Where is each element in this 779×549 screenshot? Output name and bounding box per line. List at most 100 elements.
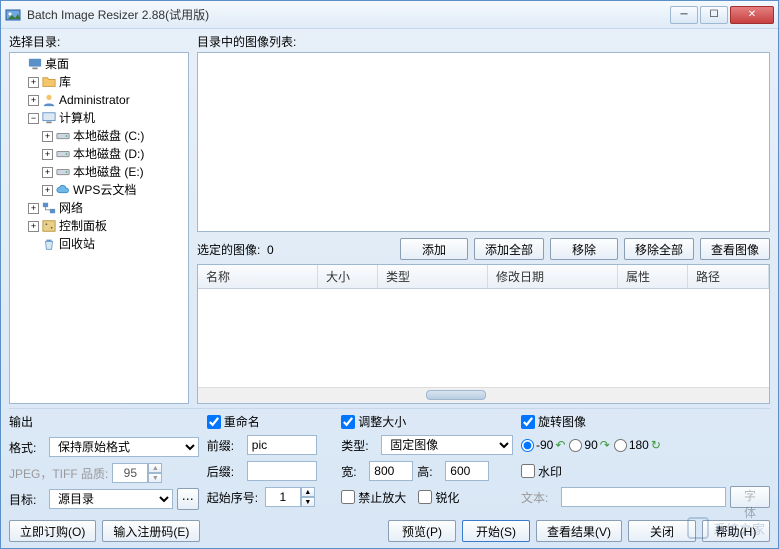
start-num-spinner[interactable]: ▲▼ xyxy=(265,487,315,507)
view-results-button[interactable]: 查看结果(V) xyxy=(536,520,622,542)
sharpen-checkbox[interactable]: 锐化 xyxy=(418,489,459,506)
cloud-icon xyxy=(56,183,70,197)
col-name[interactable]: 名称 xyxy=(198,265,318,288)
titlebar[interactable]: Batch Image Resizer 2.88(试用版) ─ ☐ ✕ xyxy=(1,1,778,29)
drive-icon xyxy=(56,165,70,179)
expander-icon[interactable]: + xyxy=(28,77,39,88)
watermark-checkbox[interactable]: 水印 xyxy=(521,463,562,480)
expander-icon[interactable]: + xyxy=(28,221,39,232)
order-button[interactable]: 立即订购(O) xyxy=(9,520,96,542)
target-select[interactable]: 源目录 xyxy=(49,489,173,509)
format-label: 格式: xyxy=(9,439,45,456)
add-all-button[interactable]: 添加全部 xyxy=(474,238,544,260)
expander-icon[interactable]: + xyxy=(28,95,39,106)
target-label: 目标: xyxy=(9,491,45,508)
tree-node-network[interactable]: +网络 xyxy=(28,199,186,217)
desktop-icon xyxy=(28,57,42,71)
remove-button[interactable]: 移除 xyxy=(550,238,618,260)
table-header[interactable]: 名称 大小 类型 修改日期 属性 路径 xyxy=(198,265,769,289)
expander-icon[interactable]: + xyxy=(42,167,53,178)
prefix-input[interactable] xyxy=(247,435,317,455)
spin-down-icon[interactable]: ▼ xyxy=(301,497,315,507)
resize-type-select[interactable]: 固定图像 xyxy=(381,435,513,455)
col-size[interactable]: 大小 xyxy=(318,265,378,288)
expander-icon[interactable]: + xyxy=(42,149,53,160)
recycle-icon xyxy=(42,237,56,251)
app-icon xyxy=(5,7,21,23)
width-input[interactable] xyxy=(369,461,413,481)
expander-icon[interactable]: + xyxy=(28,203,39,214)
image-list-label: 目录中的图像列表: xyxy=(197,33,770,50)
tree-node-wps[interactable]: +WPS云文档 xyxy=(42,181,186,199)
horizontal-scrollbar[interactable] xyxy=(198,387,769,403)
rotate-90-radio[interactable]: 90↷ xyxy=(569,438,609,452)
tree-node-control-panel[interactable]: +控制面板 xyxy=(28,217,186,235)
tree-node-libraries[interactable]: +库 xyxy=(28,73,186,91)
minimize-button[interactable]: ─ xyxy=(670,6,698,24)
preview-button[interactable]: 预览(P) xyxy=(388,520,456,542)
suffix-input[interactable] xyxy=(247,461,317,481)
output-label: 输出 xyxy=(9,413,199,430)
spin-down-icon: ▼ xyxy=(148,473,162,483)
format-select[interactable]: 保持原始格式 xyxy=(49,437,199,457)
options-area: 输出 格式: 保持原始格式 JPEG，TIFF 品质: ▲▼ 目标: 源目录 ⋯ xyxy=(9,408,770,510)
user-icon xyxy=(42,93,56,107)
height-input[interactable] xyxy=(445,461,489,481)
network-icon xyxy=(42,201,56,215)
rotate-cw-icon: ↷ xyxy=(600,438,610,452)
start-num-label: 起始序号: xyxy=(207,489,261,506)
col-path[interactable]: 路径 xyxy=(688,265,769,288)
select-dir-label: 选择目录: xyxy=(9,33,189,50)
browse-button[interactable]: ⋯ xyxy=(177,488,199,510)
tree-node-computer[interactable]: −计算机 +本地磁盘 (C:) +本地磁盘 (D:) +本地磁盘 (E:) +W… xyxy=(28,109,186,199)
font-button: 字体 xyxy=(730,486,770,508)
remove-all-button[interactable]: 移除全部 xyxy=(624,238,694,260)
tree-node-recycle[interactable]: 回收站 xyxy=(28,235,186,253)
start-button[interactable]: 开始(S) xyxy=(462,520,530,542)
tree-node-drive-c[interactable]: +本地磁盘 (C:) xyxy=(42,127,186,145)
close-button[interactable]: ✕ xyxy=(730,6,774,24)
start-num-input[interactable] xyxy=(265,487,301,507)
output-group: 输出 格式: 保持原始格式 JPEG，TIFF 品质: ▲▼ 目标: 源目录 ⋯ xyxy=(9,413,199,510)
footer: 立即订购(O) 输入注册码(E) 预览(P) 开始(S) 查看结果(V) 关闭 … xyxy=(9,514,770,542)
table-body[interactable] xyxy=(198,289,769,387)
image-list[interactable] xyxy=(197,52,770,232)
add-button[interactable]: 添加 xyxy=(400,238,468,260)
no-enlarge-checkbox[interactable]: 禁止放大 xyxy=(341,489,406,506)
folder-icon xyxy=(42,75,56,89)
scroll-thumb[interactable] xyxy=(426,390,486,400)
expander-icon[interactable]: + xyxy=(42,131,53,142)
register-button[interactable]: 输入注册码(E) xyxy=(102,520,200,542)
quality-spinner: ▲▼ xyxy=(112,463,162,483)
rotate-180-icon: ↻ xyxy=(651,438,661,452)
watermark-text-label: 文本: xyxy=(521,489,557,506)
directory-tree[interactable]: 桌面 +库 +Administrator −计算机 +本地磁盘 (C:) +本地… xyxy=(9,52,189,404)
help-button[interactable]: 帮助(H) xyxy=(702,520,770,542)
width-label: 宽: xyxy=(341,463,365,480)
rename-checkbox[interactable]: 重命名 xyxy=(207,413,334,430)
tree-node-admin[interactable]: +Administrator xyxy=(28,91,186,109)
close-app-button[interactable]: 关闭 xyxy=(628,520,696,542)
col-type[interactable]: 类型 xyxy=(378,265,488,288)
expander-icon[interactable]: − xyxy=(28,113,39,124)
view-image-button[interactable]: 查看图像 xyxy=(700,238,770,260)
rotate-neg90-radio[interactable]: -90↶ xyxy=(521,438,565,452)
resize-group: 调整大小 类型:固定图像 宽: 高: 禁止放大 锐化 xyxy=(341,413,513,510)
resize-type-label: 类型: xyxy=(341,437,377,454)
tree-node-drive-d[interactable]: +本地磁盘 (D:) xyxy=(42,145,186,163)
app-window: Batch Image Resizer 2.88(试用版) ─ ☐ ✕ 选择目录… xyxy=(0,0,779,549)
expander-icon[interactable]: + xyxy=(42,185,53,196)
tree-node-desktop[interactable]: 桌面 +库 +Administrator −计算机 +本地磁盘 (C:) +本地… xyxy=(14,55,186,253)
col-modified[interactable]: 修改日期 xyxy=(488,265,618,288)
rotate-group: 旋转图像 -90↶ 90↷ 180↻ 水印 文本: 字体 xyxy=(521,413,770,510)
rotate-180-radio[interactable]: 180↻ xyxy=(614,438,661,452)
maximize-button[interactable]: ☐ xyxy=(700,6,728,24)
rotate-checkbox[interactable]: 旋转图像 xyxy=(521,413,770,430)
resize-checkbox[interactable]: 调整大小 xyxy=(341,413,513,430)
spin-up-icon: ▲ xyxy=(148,463,162,473)
tree-node-drive-e[interactable]: +本地磁盘 (E:) xyxy=(42,163,186,181)
client-area: 选择目录: 桌面 +库 +Administrator −计算机 xyxy=(1,29,778,548)
suffix-label: 后缀: xyxy=(207,463,243,480)
spin-up-icon[interactable]: ▲ xyxy=(301,487,315,497)
col-attrs[interactable]: 属性 xyxy=(618,265,688,288)
